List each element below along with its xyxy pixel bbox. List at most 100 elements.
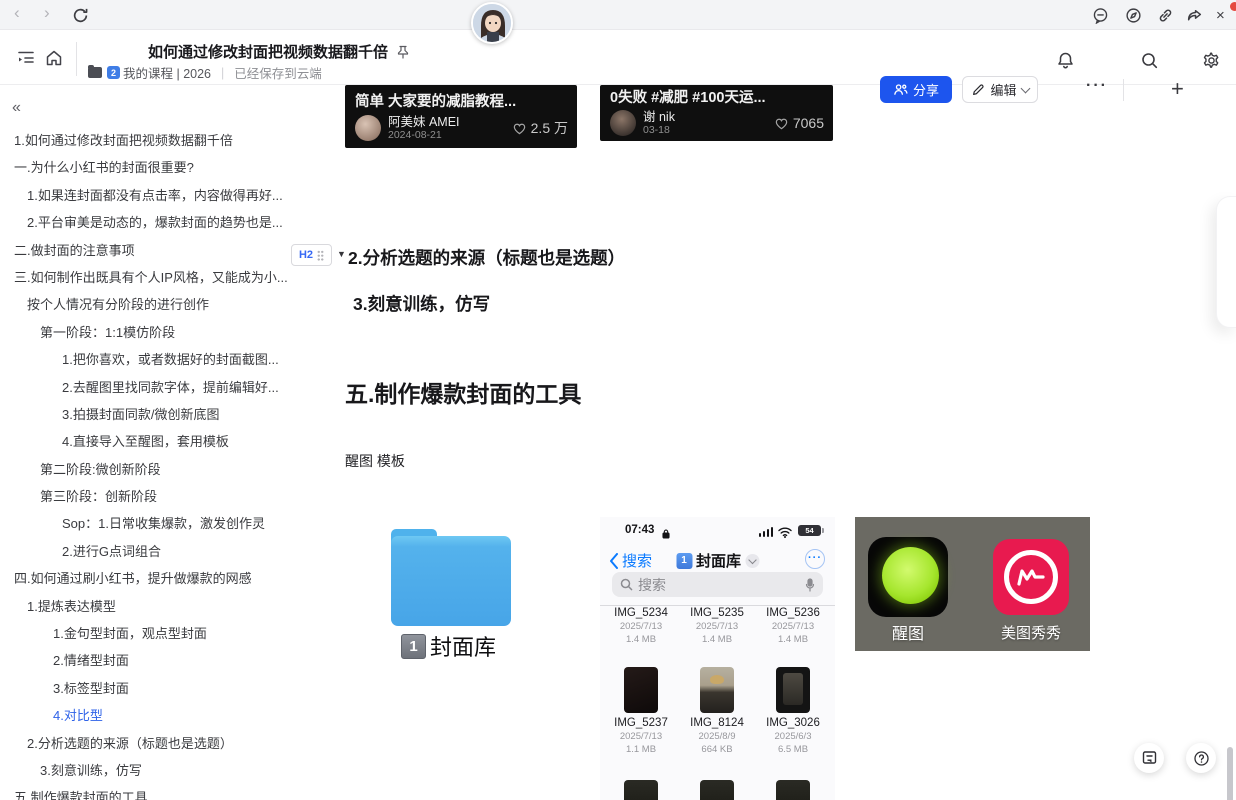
floating-panel-edge	[1216, 196, 1236, 328]
sidebar-item[interactable]: Sop：1.日常收集爆款，激发创作灵	[0, 510, 330, 537]
doc-heading-h2: 2.分析选题的来源（标题也是选题）	[348, 245, 625, 270]
like-count: 2.5 万	[531, 118, 568, 138]
xhs-post-card[interactable]: 0失败 #减肥 #100天运... 谢 nik 03-18 7065	[600, 85, 833, 141]
sidebar-item[interactable]: 3.标签型封面	[0, 675, 330, 702]
file-size: 664 KB	[678, 744, 756, 755]
refresh-icon[interactable]	[72, 7, 89, 24]
h2-badge-label: H2	[299, 249, 313, 261]
sidebar-item[interactable]: 1.金句型封面，观点型封面	[0, 620, 330, 647]
phone-file	[754, 780, 832, 800]
feedback-button[interactable]	[1134, 743, 1164, 773]
phone-nav-bar: 搜索 1 封面库 ···	[600, 550, 835, 570]
sidebar-item[interactable]: 一.为什么小红书的封面很重要?	[0, 154, 330, 181]
edit-button[interactable]: 编辑	[962, 76, 1038, 103]
pin-icon[interactable]	[396, 45, 410, 59]
post-date: 03-18	[643, 124, 675, 136]
app-window: ‹ › ×	[0, 0, 1236, 800]
sidebar-item[interactable]: 2.平台审美是动态的，爆款封面的趋势也是...	[0, 209, 330, 236]
phone-title-text: 封面库	[696, 550, 741, 571]
compass-icon[interactable]	[1125, 7, 1142, 24]
sidebar-item[interactable]: 2.去醒图里找同款字体，提前编辑好...	[0, 374, 330, 401]
sidebar-item[interactable]: 2.进行G点词组合	[0, 538, 330, 565]
gear-icon[interactable]	[1202, 51, 1221, 70]
home-icon[interactable]	[44, 48, 64, 68]
file-date: 2025/8/9	[678, 731, 756, 742]
file-date: 2025/7/13	[602, 731, 680, 742]
share-forward-icon[interactable]	[1186, 7, 1203, 24]
app-header: 如何通过修改封面把视频数据翻千倍 2 我的课程 | 2026 | 已经保存到云端…	[0, 30, 1236, 85]
collapse-heading-icon[interactable]: ▼	[337, 249, 346, 259]
search-icon	[620, 578, 633, 591]
keycap-1-icon: 1	[401, 634, 426, 659]
sidebar-item[interactable]: 1.把你喜欢，或者数据好的封面截图...	[0, 346, 330, 373]
xhs-post-card[interactable]: 简单 大家要的减脂教程... 阿美妹 AMEI 2024-08-21 2.5 万	[345, 85, 577, 148]
meitu-app-icon	[993, 539, 1069, 615]
sidebar-item[interactable]: 四.如何通过刷小红书，提升做爆款的网感	[0, 565, 330, 592]
doc-paragraph: 醒图 模板	[345, 451, 405, 471]
toolbar-divider	[1123, 79, 1124, 101]
sidebar-item[interactable]: 第二阶段:微创新阶段	[0, 456, 330, 483]
browser-back-icon[interactable]: ‹	[14, 3, 20, 23]
toc-list: 1.如何通过修改封面把视频数据翻千倍 一.为什么小红书的封面很重要? 1.如果连…	[0, 127, 330, 800]
phone-file: IMG_3026 2025/6/3 6.5 MB	[754, 667, 832, 755]
search-icon[interactable]	[1140, 51, 1159, 70]
sidebar-item[interactable]: 五.制作爆款封面的工具	[0, 784, 330, 800]
sidebar-item[interactable]: 按个人情况有分阶段的进行创作	[0, 291, 330, 318]
lock-icon	[662, 526, 670, 536]
phone-file: IMG_5234 2025/7/13 1.4 MB	[602, 607, 680, 645]
sidebar-item[interactable]: 第一阶段：1:1模仿阶段	[0, 319, 330, 346]
collapse-sidebar-icon[interactable]: «	[12, 99, 21, 117]
battery-icon: 54	[798, 525, 821, 536]
file-size: 1.4 MB	[678, 634, 756, 645]
chevron-down-icon	[745, 554, 759, 568]
scrollbar-thumb[interactable]	[1227, 747, 1233, 800]
bell-icon[interactable]	[1056, 51, 1075, 70]
author-name: 谢 nik	[643, 110, 675, 124]
block-type-badge[interactable]: H2	[291, 244, 332, 266]
help-button[interactable]	[1186, 743, 1216, 773]
mic-icon	[805, 578, 815, 592]
post-meta: 谢 nik 03-18 7065	[610, 110, 824, 136]
heart-icon	[512, 121, 527, 136]
folder-icon	[88, 67, 102, 78]
link-icon[interactable]	[1157, 7, 1174, 24]
sidebar-item[interactable]: 第三阶段：创新阶段	[0, 483, 330, 510]
sidebar-item-active[interactable]: 4.对比型	[0, 702, 330, 729]
breadcrumb-path[interactable]: 我的课程 | 2026	[123, 63, 211, 82]
sidebar-item[interactable]: 1.提炼表达模型	[0, 593, 330, 620]
phone-screenshot-image[interactable]: 07:43 54 搜索 1 封面库 ··· 搜索 IMG_5	[600, 517, 835, 800]
file-date: 2025/7/13	[754, 621, 832, 632]
xingtu-app-icon	[868, 537, 948, 617]
pencil-icon	[971, 83, 985, 97]
sidebar-item[interactable]: 4.直接导入至醒图，套用模板	[0, 428, 330, 455]
sidebar-item[interactable]: 2.情绪型封面	[0, 647, 330, 674]
sidebar-item[interactable]: 三.如何制作出既具有个人IP风格，又能成为小...	[0, 264, 330, 291]
browser-forward-icon[interactable]: ›	[44, 3, 50, 23]
keycap-1-icon: 1	[676, 553, 692, 569]
share-button[interactable]: 分享	[880, 76, 952, 103]
apps-image[interactable]: 醒图 美图秀秀	[855, 517, 1090, 651]
app-name: 美图秀秀	[993, 622, 1069, 643]
comment-icon[interactable]	[1092, 7, 1109, 24]
wifi-icon	[778, 525, 792, 536]
new-doc-icon[interactable]: +	[1171, 76, 1184, 102]
sidebar-item[interactable]: 1.如果连封面都没有点击率，内容做得再好...	[0, 182, 330, 209]
file-name: IMG_5234	[602, 607, 680, 619]
drag-handle-icon[interactable]	[317, 250, 324, 261]
sidebar-item[interactable]: 3.拍摄封面同款/微创新底图	[0, 401, 330, 428]
folder-image[interactable]: 1 封面库	[385, 519, 585, 661]
outline-toggle-icon[interactable]	[16, 48, 36, 68]
file-name: IMG_8124	[678, 717, 756, 729]
sidebar-item[interactable]: 3.刻意训练，仿写	[0, 757, 330, 784]
more-icon[interactable]: ···	[1086, 77, 1108, 95]
file-name: IMG_5237	[602, 717, 680, 729]
sidebar-item[interactable]: 1.如何通过修改封面把视频数据翻千倍	[0, 127, 330, 154]
phone-file: IMG_5235 2025/7/13 1.4 MB	[678, 607, 756, 645]
doc-heading-h1: 五.制作爆款封面的工具	[345, 375, 581, 409]
sidebar-item[interactable]: 二.做封面的注意事项	[0, 237, 330, 264]
sidebar-item[interactable]: 2.分析选题的来源（标题也是选题）	[0, 730, 330, 757]
file-size: 1.1 MB	[602, 744, 680, 755]
user-avatar[interactable]	[471, 2, 513, 44]
page-title: 如何通过修改封面把视频数据翻千倍	[148, 41, 410, 62]
phone-back-button: 搜索	[609, 550, 652, 571]
